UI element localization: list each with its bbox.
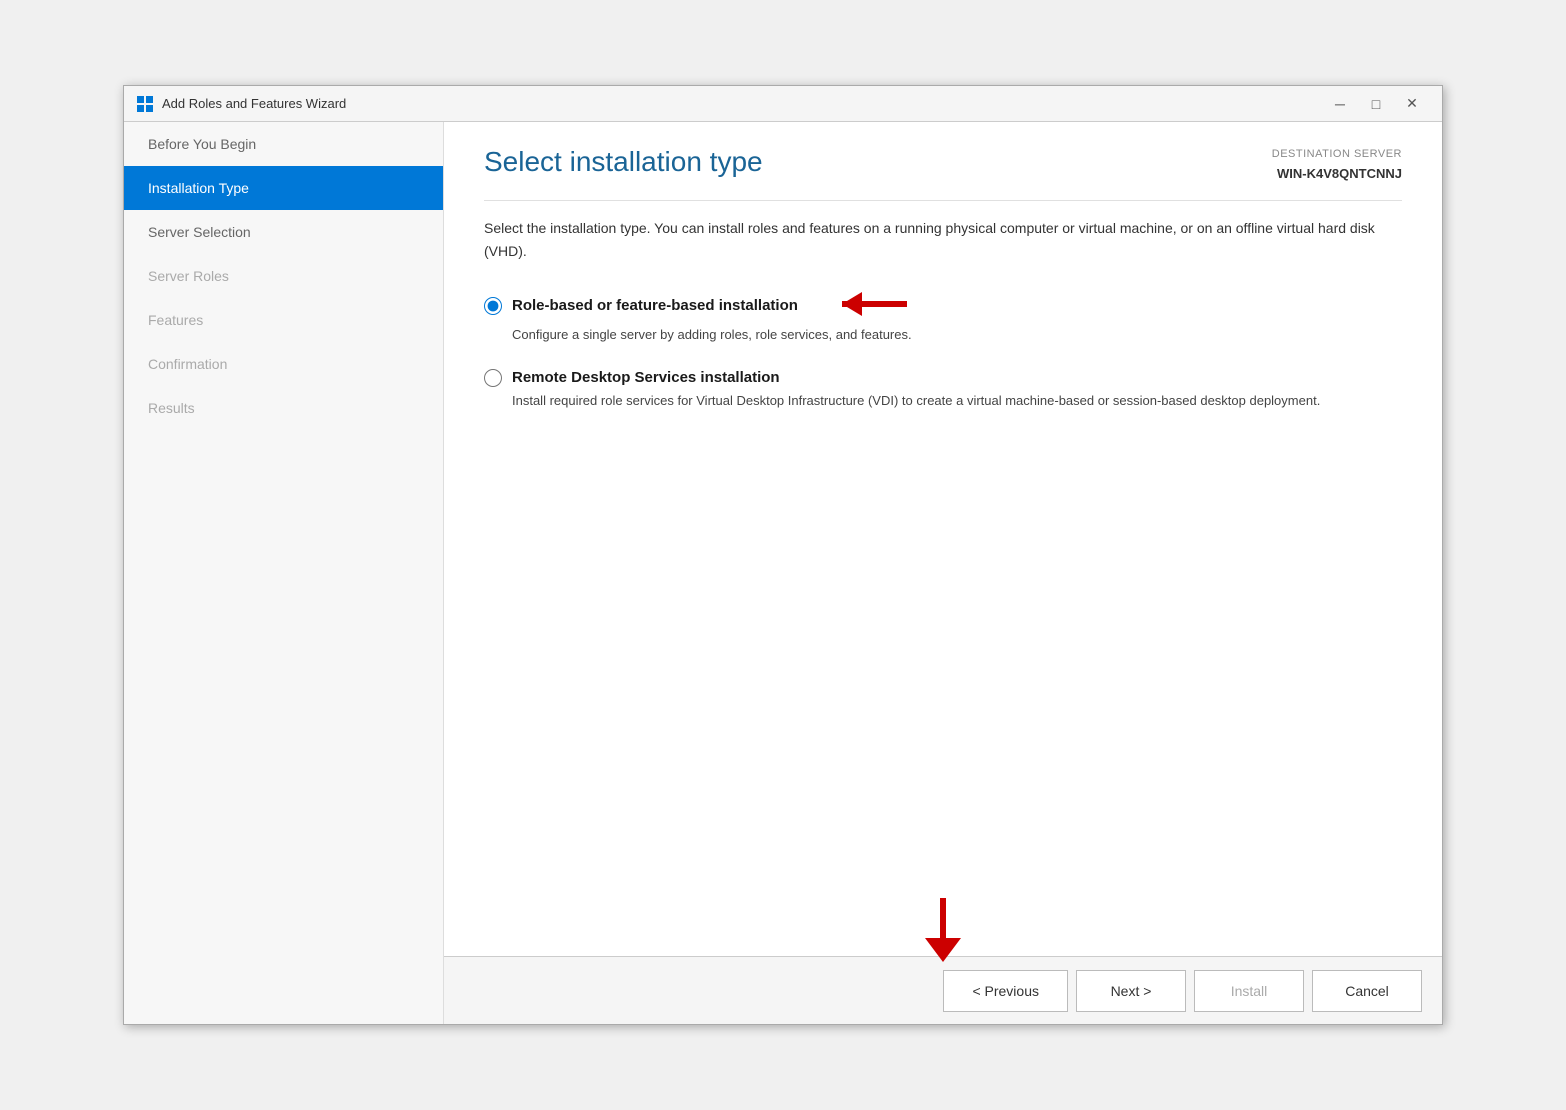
maximize-button[interactable]: □ <box>1358 90 1394 118</box>
option-role-based: Role-based or feature-based installation <box>484 290 1402 345</box>
option-remote-desktop-description: Install required role services for Virtu… <box>512 391 1402 411</box>
footer: < Previous Next > Install Cancel <box>444 956 1442 1024</box>
radio-remote-desktop[interactable] <box>484 369 502 387</box>
wizard-window: Add Roles and Features Wizard ─ □ ✕ Befo… <box>123 85 1443 1025</box>
destination-name: WIN-K4V8QNTCNNJ <box>1272 164 1402 185</box>
sidebar-item-server-selection[interactable]: Server Selection <box>124 210 443 254</box>
destination-label: DESTINATION SERVER <box>1272 146 1402 164</box>
next-button[interactable]: Next > <box>1076 970 1186 1012</box>
description-text: Select the installation type. You can in… <box>484 217 1402 262</box>
close-button[interactable]: ✕ <box>1394 90 1430 118</box>
sidebar-item-installation-type[interactable]: Installation Type <box>124 166 443 210</box>
left-arrow-annotation <box>822 290 912 321</box>
option-remote-desktop-label: Remote Desktop Services installation <box>512 369 780 386</box>
option-remote-desktop-header: Remote Desktop Services installation <box>484 369 1402 387</box>
app-icon <box>136 95 154 113</box>
radio-role-based[interactable] <box>484 297 502 315</box>
option-role-based-header: Role-based or feature-based installation <box>484 290 1402 321</box>
option-role-based-description: Configure a single server by adding role… <box>512 325 1402 345</box>
main-panel: Select installation type DESTINATION SER… <box>444 122 1442 1024</box>
option-role-based-label: Role-based or feature-based installation <box>512 297 798 314</box>
arrow-shaft <box>940 898 946 938</box>
minimize-button[interactable]: ─ <box>1322 90 1358 118</box>
install-button[interactable]: Install <box>1194 970 1304 1012</box>
sidebar-item-results: Results <box>124 386 443 430</box>
previous-button[interactable]: < Previous <box>943 970 1068 1012</box>
sidebar: Before You Begin Installation Type Serve… <box>124 122 444 1024</box>
footer-down-arrow <box>925 898 961 962</box>
sidebar-item-server-roles: Server Roles <box>124 254 443 298</box>
content-area: Before You Begin Installation Type Serve… <box>124 122 1442 1024</box>
option-group: Role-based or feature-based installation <box>484 290 1402 410</box>
title-bar-left: Add Roles and Features Wizard <box>136 95 346 113</box>
title-bar: Add Roles and Features Wizard ─ □ ✕ <box>124 86 1442 122</box>
sidebar-item-features: Features <box>124 298 443 342</box>
window-title: Add Roles and Features Wizard <box>162 96 346 111</box>
main-content: Select the installation type. You can in… <box>444 217 1442 956</box>
cancel-button[interactable]: Cancel <box>1312 970 1422 1012</box>
window-controls: ─ □ ✕ <box>1322 90 1430 118</box>
option-remote-desktop: Remote Desktop Services installation Ins… <box>484 369 1402 411</box>
main-header: Select installation type DESTINATION SER… <box>444 122 1442 184</box>
page-title: Select installation type <box>484 146 763 178</box>
header-divider <box>484 200 1402 201</box>
destination-server: DESTINATION SERVER WIN-K4V8QNTCNNJ <box>1272 146 1402 184</box>
sidebar-item-confirmation: Confirmation <box>124 342 443 386</box>
sidebar-item-before-you-begin[interactable]: Before You Begin <box>124 122 443 166</box>
arrow-head <box>925 938 961 962</box>
